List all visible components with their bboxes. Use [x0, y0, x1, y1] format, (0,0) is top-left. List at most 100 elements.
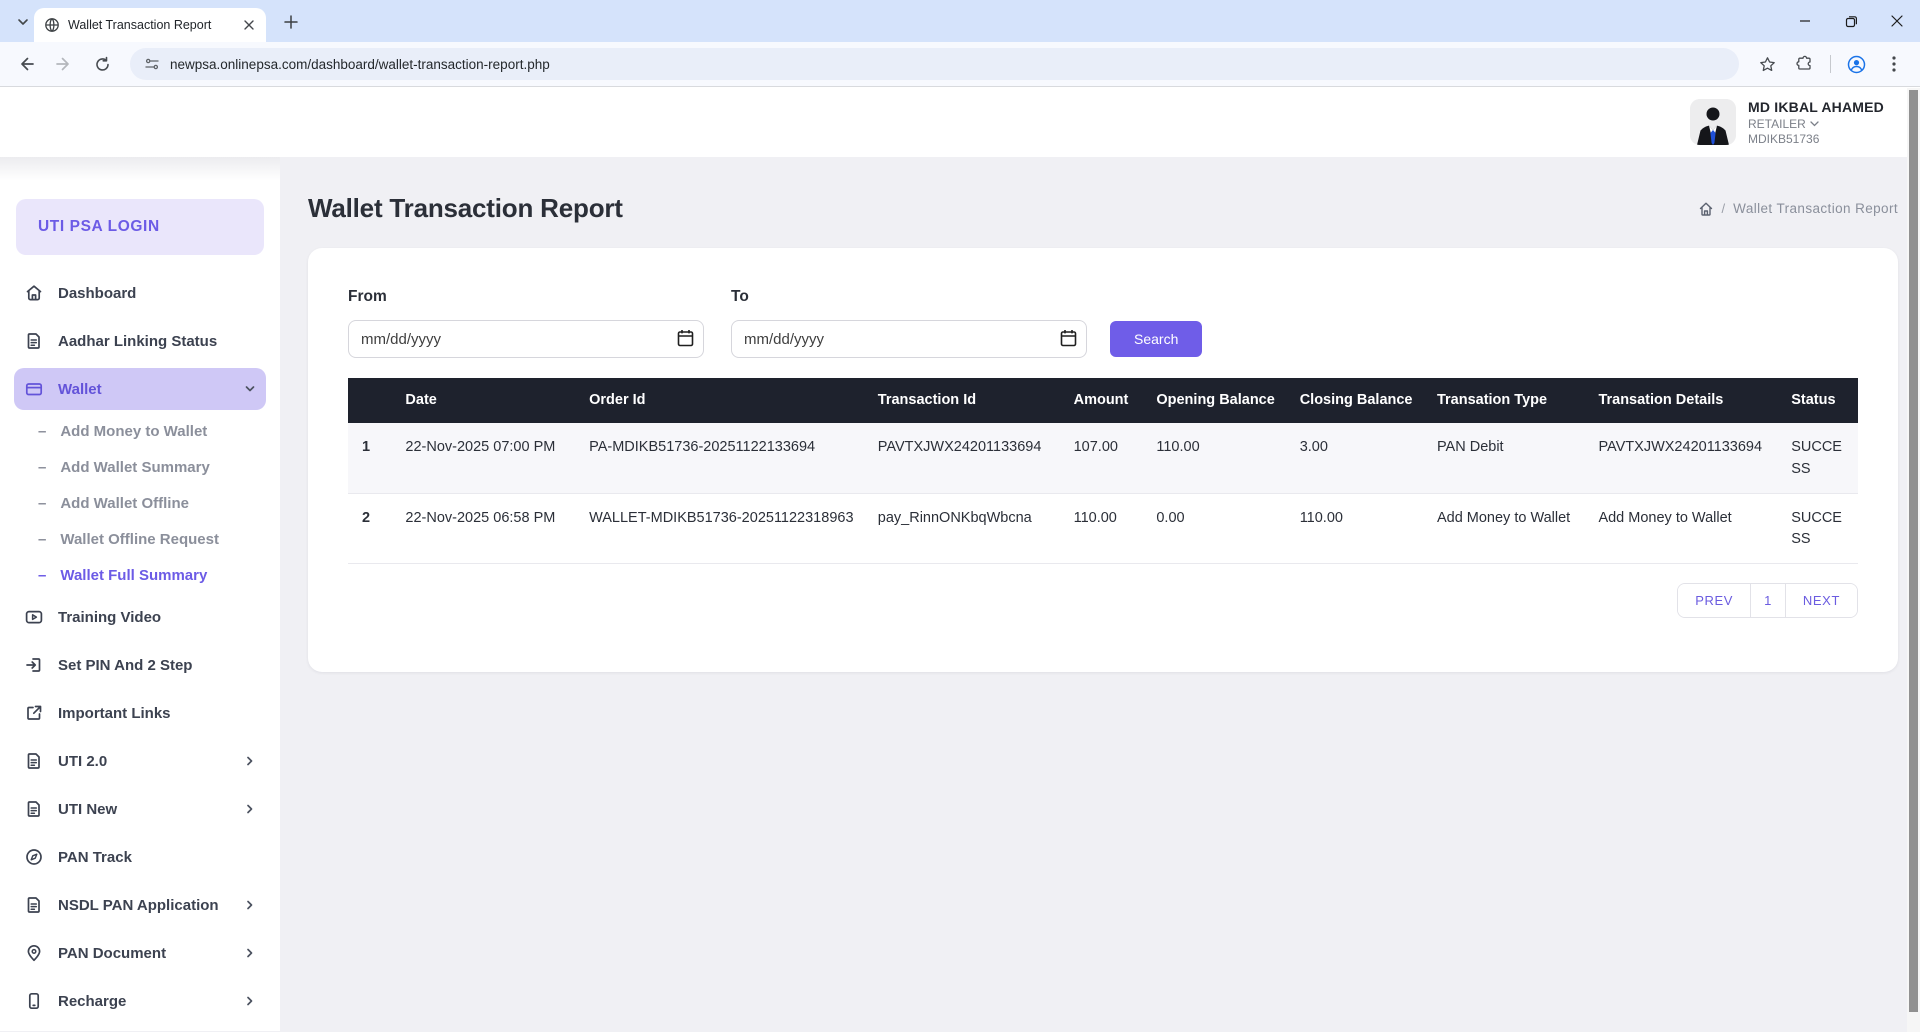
chevron-down-icon [244, 383, 256, 395]
table-header-row: DateOrder IdTransaction IdAmountOpening … [348, 378, 1858, 423]
dash-icon: – [38, 459, 46, 476]
sidebar-item-label: UTI New [58, 801, 230, 818]
page-number-button[interactable]: 1 [1750, 584, 1785, 617]
scrollbar-thumb[interactable] [1909, 90, 1918, 1012]
user-menu[interactable]: MD IKBAL AHAMED RETAILER MDIKB51736 [1690, 99, 1884, 146]
reload-icon [94, 56, 111, 73]
sidebar-subitem-add-wallet-offline[interactable]: –Add Wallet Offline [14, 485, 266, 521]
forward-arrow-icon [55, 55, 73, 73]
column-header-transation-details: Transation Details [1586, 378, 1779, 423]
window-close-button[interactable] [1874, 0, 1920, 42]
breadcrumb-current: Wallet Transaction Report [1733, 201, 1898, 216]
sidebar-subitem-wallet-offline-request[interactable]: –Wallet Offline Request [14, 521, 266, 557]
column-header-order-id: Order Id [577, 378, 866, 423]
chevron-right-icon [244, 899, 256, 911]
window-minimize-button[interactable] [1782, 0, 1828, 42]
site-info-icon[interactable] [144, 56, 160, 72]
sidebar-item-important-links[interactable]: Important Links [14, 689, 266, 737]
column-header-amount: Amount [1062, 378, 1145, 423]
cell-date: 22-Nov-2025 06:58 PM [393, 493, 577, 564]
wallet-icon [24, 379, 44, 399]
sidebar-subitem-label: Add Wallet Summary [60, 459, 209, 476]
sidebar-item-label: Recharge [58, 993, 230, 1010]
report-card: From To [308, 248, 1898, 672]
extensions-button[interactable] [1789, 48, 1821, 80]
user-role: RETAILER [1748, 117, 1806, 131]
chevron-right-icon [244, 755, 256, 767]
profile-button[interactable] [1840, 48, 1872, 80]
sidebar-item-uti-new[interactable]: UTI New [14, 785, 266, 833]
chevron-down-icon [17, 16, 29, 28]
cell-amount: 107.00 [1062, 423, 1145, 493]
column-header-status: Status [1779, 378, 1858, 423]
breadcrumb: / Wallet Transaction Report [1698, 201, 1898, 217]
sidebar-item-dashboard[interactable]: Dashboard [14, 269, 266, 317]
user-name: MD IKBAL AHAMED [1748, 99, 1884, 115]
sidebar: UTI PSA LOGIN DashboardAadhar Linking St… [0, 87, 280, 1031]
sidebar-subitem-add-wallet-summary[interactable]: –Add Wallet Summary [14, 449, 266, 485]
sidebar-subitem-wallet-full-summary[interactable]: –Wallet Full Summary [14, 557, 266, 593]
tab-close-icon[interactable] [240, 16, 258, 34]
browser-tabstrip: Wallet Transaction Report [0, 0, 1920, 42]
column-header-opening-balance: Opening Balance [1144, 378, 1287, 423]
home-icon[interactable] [1698, 201, 1714, 217]
sidebar-shade [0, 157, 280, 181]
url-bar[interactable]: newpsa.onlinepsa.com/dashboard/wallet-tr… [130, 48, 1739, 80]
column-header-transaction-id: Transaction Id [866, 378, 1062, 423]
cell-opening-balance: 0.00 [1144, 493, 1287, 564]
document-icon [24, 331, 44, 351]
sidebar-item-pan-track[interactable]: PAN Track [14, 833, 266, 881]
sidebar-subitem-label: Add Money to Wallet [60, 423, 207, 440]
minimize-icon [1799, 15, 1811, 27]
search-button[interactable]: Search [1110, 321, 1202, 357]
sidebar-item-aadhar-linking-status[interactable]: Aadhar Linking Status [14, 317, 266, 365]
sidebar-item-recharge[interactable]: Recharge [14, 977, 266, 1025]
cell-index: 1 [348, 423, 393, 493]
from-date-input[interactable] [348, 320, 704, 358]
calendar-icon[interactable] [677, 329, 694, 347]
sidebar-subitem-label: Wallet Offline Request [60, 531, 219, 548]
sidebar-subitem-add-money-to-wallet[interactable]: –Add Money to Wallet [14, 413, 266, 449]
browser-toolbar: newpsa.onlinepsa.com/dashboard/wallet-tr… [0, 42, 1920, 87]
chevron-right-icon [244, 947, 256, 959]
to-label: To [731, 288, 1087, 306]
url-text: newpsa.onlinepsa.com/dashboard/wallet-tr… [170, 57, 550, 72]
dash-icon: – [38, 531, 46, 548]
cell-transation-type: PAN Debit [1425, 423, 1586, 493]
next-page-button[interactable]: NEXT [1785, 584, 1857, 617]
from-label: From [348, 288, 704, 306]
new-tab-button[interactable] [278, 9, 304, 35]
kebab-menu-icon [1892, 56, 1896, 72]
sidebar-item-wallet[interactable]: Wallet [14, 368, 266, 410]
cell-transation-type: Add Money to Wallet [1425, 493, 1586, 564]
sidebar-item-uti-2-0[interactable]: UTI 2.0 [14, 737, 266, 785]
sidebar-item-pan-document[interactable]: PAN Document [14, 929, 266, 977]
browser-menu-button[interactable] [1878, 48, 1910, 80]
back-button[interactable] [10, 48, 42, 80]
bookmark-button[interactable] [1751, 48, 1783, 80]
forward-button[interactable] [48, 48, 80, 80]
window-restore-button[interactable] [1828, 0, 1874, 42]
sidebar-item-training-video[interactable]: Training Video [14, 593, 266, 641]
pagination: PREV 1 NEXT [1677, 583, 1858, 618]
top-header: MD IKBAL AHAMED RETAILER MDIKB51736 [280, 87, 1920, 157]
back-arrow-icon [17, 55, 35, 73]
prev-page-button[interactable]: PREV [1678, 584, 1750, 617]
sidebar-item-label: Set PIN And 2 Step [58, 657, 256, 674]
reload-button[interactable] [86, 48, 118, 80]
to-date-input[interactable] [731, 320, 1087, 358]
chevron-right-icon [244, 995, 256, 1007]
column-header-closing-balance: Closing Balance [1288, 378, 1425, 423]
dash-icon: – [38, 567, 46, 584]
brand-label: UTI PSA LOGIN [38, 218, 160, 236]
tab-search-button[interactable] [10, 9, 36, 35]
sidebar-item-set-pin-and-2-step[interactable]: Set PIN And 2 Step [14, 641, 266, 689]
sidebar-item-label: NSDL PAN Application [58, 897, 230, 914]
table-row: 222-Nov-2025 06:58 PMWALLET-MDIKB51736-2… [348, 493, 1858, 564]
browser-tab[interactable]: Wallet Transaction Report [34, 8, 266, 42]
cell-date: 22-Nov-2025 07:00 PM [393, 423, 577, 493]
sidebar-item-nsdl-pan-application[interactable]: NSDL PAN Application [14, 881, 266, 929]
calendar-icon[interactable] [1060, 329, 1077, 347]
document-icon [24, 751, 44, 771]
document-icon [24, 895, 44, 915]
